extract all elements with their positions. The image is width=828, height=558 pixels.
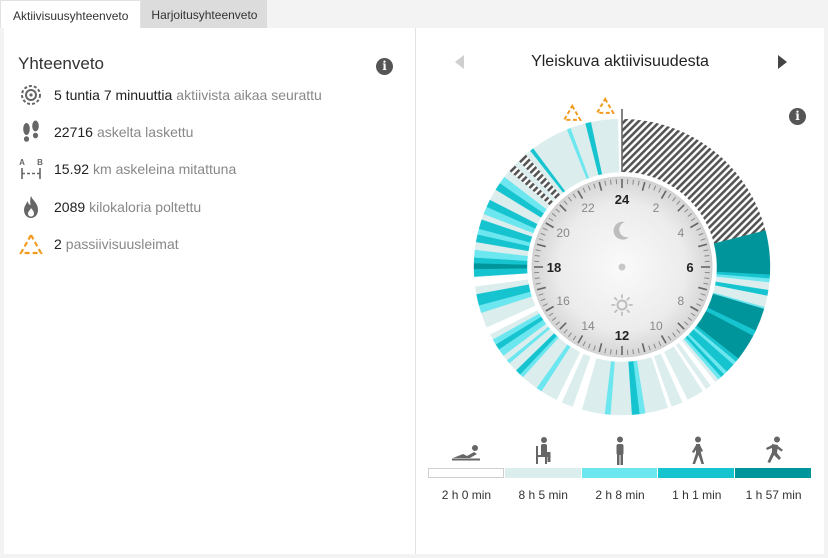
stat-value: 2: [54, 236, 62, 252]
summary-title: Yhteenveto: [18, 54, 105, 73]
clock-label-minor: 16: [556, 294, 570, 308]
clock-label-minor: 22: [581, 201, 595, 215]
legend-value-walking: 1 h 1 min: [672, 488, 722, 502]
clock-label-minor: 4: [678, 226, 685, 240]
activity-ring-chart: 24612182481014162022: [473, 96, 771, 416]
tab-activity-summary[interactable]: Aktiivisuusyhteenveto: [0, 0, 142, 28]
stat-value: 2089: [54, 199, 86, 215]
clock-label-minor: 2: [653, 201, 660, 215]
stat-label: askelta laskettu: [96, 124, 194, 140]
walking-icon: [658, 435, 735, 467]
distance-icon: A B: [18, 157, 44, 181]
stat-steps: 22716 askelta laskettu: [18, 120, 193, 144]
stat-inactivity-stamps: 2 passiivisuusleimat: [18, 232, 179, 256]
clock-label-minor: 20: [556, 226, 570, 240]
legend-value-rest: 2 h 0 min: [441, 488, 492, 502]
clock-label-minor: 14: [581, 319, 595, 333]
legend-icons: [428, 435, 812, 467]
stat-active-time: 5 tuntia 7 minuuttia aktiivista aikaa se…: [18, 83, 322, 107]
tab-training-summary[interactable]: Harjoitusyhteenveto: [141, 0, 268, 28]
distance-icon-letter-b: B: [37, 158, 43, 167]
stat-value: 22716: [54, 124, 93, 140]
standing-icon: [582, 435, 659, 467]
stat-distance: A B 15.92 km askeleina mitattuna: [18, 157, 236, 181]
overview-title: Yleiskuva aktiivisuudesta: [531, 53, 709, 70]
clock-label-minor: 8: [678, 294, 685, 308]
flame-icon: [18, 195, 44, 219]
legend-values: 2 h 0 min 8 h 5 min 2 h 8 min 1 h 1 min …: [428, 488, 812, 502]
activity-timer-icon: [18, 83, 44, 107]
legend-bar-standing: [581, 468, 658, 478]
inactivity-stamp-icon: [18, 232, 44, 256]
summary-info-icon[interactable]: i: [376, 58, 393, 75]
clock-label-minor: 10: [649, 319, 663, 333]
stat-value: 15.92: [54, 161, 90, 177]
legend-value-running: 1 h 57 min: [745, 488, 802, 502]
stat-label: aktiivista aikaa seurattu: [176, 87, 322, 103]
stat-label: kilokaloria poltettu: [89, 199, 202, 215]
panel-divider: [415, 28, 416, 554]
stat-value: 5 tuntia 7 minuuttia: [54, 87, 173, 103]
clock-label-major: 18: [547, 260, 561, 275]
legend-value-sitting: 8 h 5 min: [518, 488, 568, 502]
running-icon: [735, 435, 812, 467]
clock-label-major: 12: [615, 328, 629, 343]
legend-value-standing: 2 h 8 min: [595, 488, 645, 502]
stat-label: km askeleina mitattuna: [93, 161, 237, 177]
clock-center-dot: [618, 263, 626, 271]
footprints-icon: [18, 120, 44, 144]
stat-calories: 2089 kilokaloria poltettu: [18, 195, 201, 219]
legend-bar-running: [735, 468, 811, 478]
next-day-arrow-icon[interactable]: [778, 55, 787, 69]
clock-label-major: 24: [615, 192, 630, 207]
overview-info-icon[interactable]: i: [789, 108, 806, 125]
tab-bar: Aktiivisuusyhteenveto Harjoitusyhteenvet…: [0, 0, 268, 28]
passive-stamp-icon[interactable]: [595, 96, 615, 114]
passive-stamp-icon[interactable]: [562, 103, 582, 121]
legend-bar-rest: [428, 468, 504, 478]
clock-label-major: 6: [686, 260, 693, 275]
passive-stamps: [562, 96, 615, 121]
legend-bars: [428, 468, 812, 478]
legend-bar-sitting: [504, 468, 581, 478]
distance-icon-letter-a: A: [19, 158, 25, 167]
lying-icon: [428, 435, 505, 467]
stat-label: passiivisuusleimat: [65, 236, 179, 252]
sitting-icon: [505, 435, 582, 467]
legend-bar-walking: [658, 468, 735, 478]
